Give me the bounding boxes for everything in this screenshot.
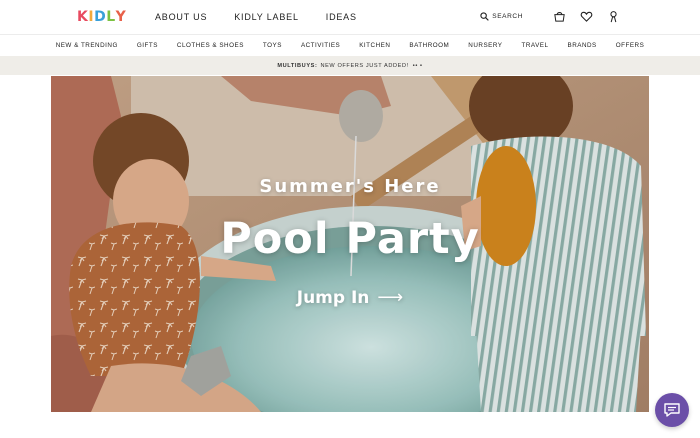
search-label: SEARCH xyxy=(492,13,523,20)
logo-letter-k: K xyxy=(77,9,89,25)
search-icon xyxy=(480,12,490,21)
category-bathroom[interactable]: BATHROOM xyxy=(409,42,449,49)
search-button[interactable]: SEARCH xyxy=(480,12,523,21)
logo-letter-d: D xyxy=(94,9,107,25)
heart-icon[interactable] xyxy=(580,10,593,23)
hero-text-block: Summer's Here Pool Party Jump In ⟶ xyxy=(51,76,649,412)
logo-letter-l: L xyxy=(106,9,116,25)
chat-button[interactable] xyxy=(655,393,689,427)
hero-kicker: Summer's Here xyxy=(259,176,441,197)
hero-cta-label: Jump In xyxy=(296,287,370,308)
category-kitchen[interactable]: KITCHEN xyxy=(359,42,390,49)
promo-banner[interactable]: MULTIBUYS: NEW OFFERS JUST ADDED! •• • xyxy=(0,56,700,75)
promo-text: NEW OFFERS JUST ADDED! xyxy=(320,62,409,69)
nav-about-us[interactable]: ABOUT US xyxy=(155,12,207,22)
chat-bubble-icon xyxy=(664,403,680,417)
main-nav: ABOUT US KIDLY LABEL IDEAS xyxy=(155,12,384,22)
hero-banner[interactable]: Summer's Here Pool Party Jump In ⟶ xyxy=(51,76,649,412)
promo-bold-label: MULTIBUYS: xyxy=(277,62,318,69)
category-gifts[interactable]: GIFTS xyxy=(137,42,158,49)
category-travel[interactable]: TRAVEL xyxy=(521,42,548,49)
promo-arrows: •• • xyxy=(412,62,423,69)
account-icon[interactable] xyxy=(607,10,620,23)
arrow-right-icon: ⟶ xyxy=(377,287,404,308)
nav-kidly-label[interactable]: KIDLY LABEL xyxy=(234,12,299,22)
category-toys[interactable]: TOYS xyxy=(263,42,282,49)
top-header: KIDLY ABOUT US KIDLY LABEL IDEAS SEARCH xyxy=(0,0,700,35)
logo-letter-y: Y xyxy=(115,9,127,25)
category-nursery[interactable]: NURSERY xyxy=(468,42,502,49)
nav-ideas[interactable]: IDEAS xyxy=(326,12,357,22)
category-nav: NEW & TRENDING GIFTS CLOTHES & SHOES TOY… xyxy=(0,36,700,55)
category-new-trending[interactable]: NEW & TRENDING xyxy=(56,42,118,49)
category-offers[interactable]: OFFERS xyxy=(616,42,645,49)
hero-cta-link[interactable]: Jump In ⟶ xyxy=(51,287,649,308)
category-activities[interactable]: ACTIVITIES xyxy=(301,42,340,49)
hero-headline: Pool Party xyxy=(220,214,480,264)
category-brands[interactable]: BRANDS xyxy=(568,42,597,49)
basket-icon[interactable] xyxy=(553,10,566,23)
header-tools: SEARCH xyxy=(480,10,620,23)
kidly-logo[interactable]: KIDLY xyxy=(77,9,126,25)
category-clothes-shoes[interactable]: CLOTHES & SHOES xyxy=(177,42,244,49)
